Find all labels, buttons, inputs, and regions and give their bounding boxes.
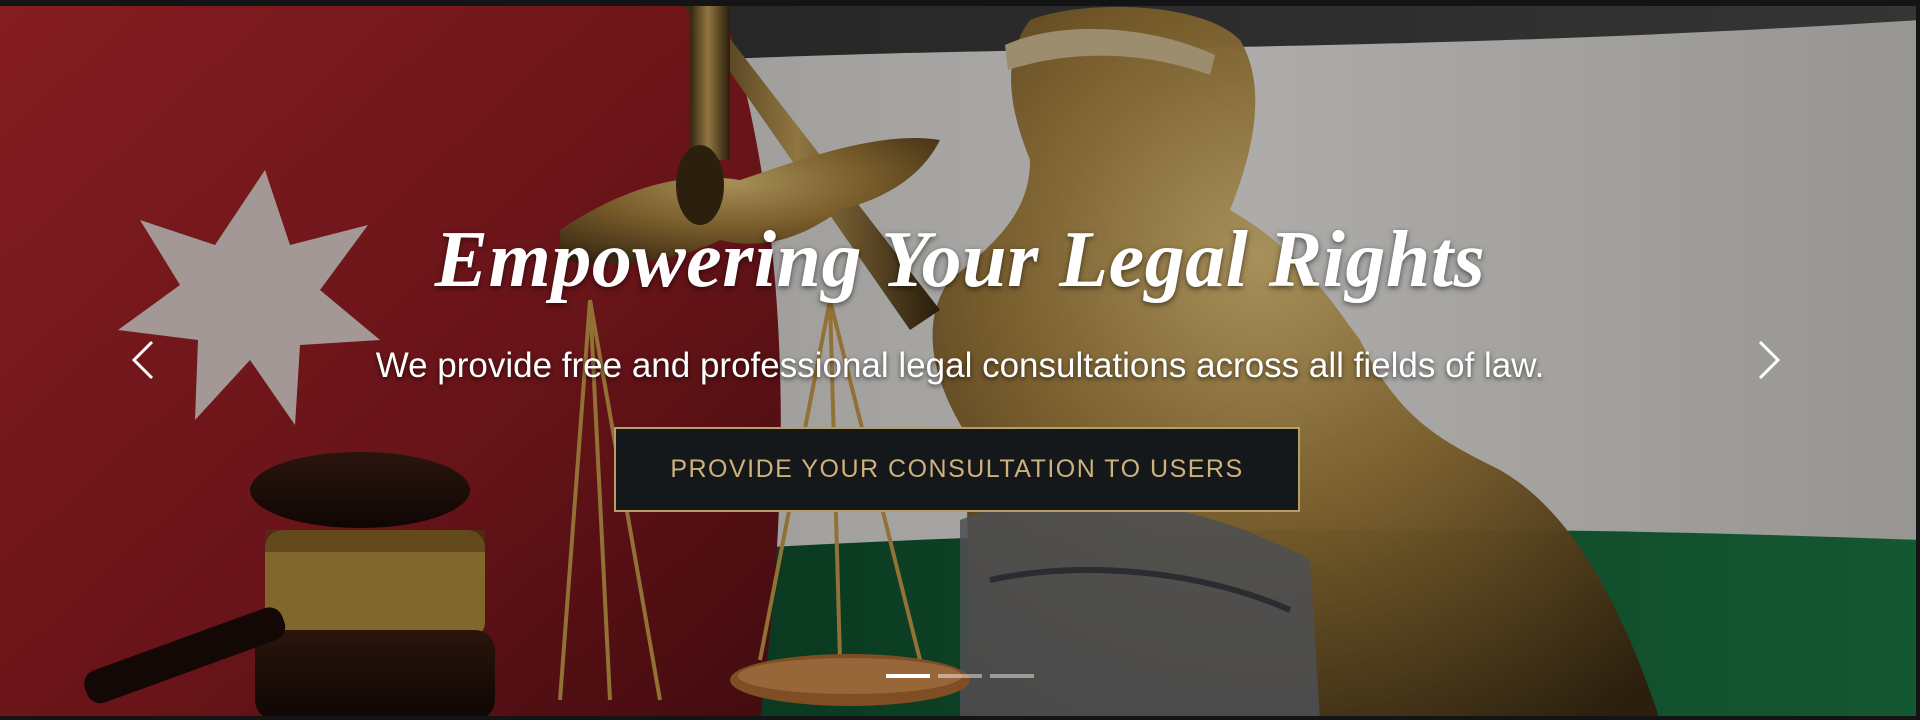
hero-title: Empowering Your Legal Rights xyxy=(434,216,1486,304)
chevron-left-icon xyxy=(131,340,154,380)
carousel-indicator-2[interactable] xyxy=(938,674,982,678)
carousel-prev-button[interactable] xyxy=(118,335,168,385)
carousel-indicator-3[interactable] xyxy=(990,674,1034,678)
frame-edge-bottom xyxy=(0,716,1920,720)
chevron-right-icon xyxy=(1758,340,1781,380)
carousel-next-button[interactable] xyxy=(1744,335,1794,385)
frame-edge-right xyxy=(1916,0,1920,720)
frame-edge-top xyxy=(0,0,1920,6)
hero-carousel: Empowering Your Legal Rights We provide … xyxy=(0,0,1920,720)
carousel-caption: Empowering Your Legal Rights We provide … xyxy=(0,0,1920,720)
carousel-indicators xyxy=(0,674,1920,678)
carousel-indicator-1[interactable] xyxy=(886,674,930,678)
provide-consultation-button[interactable]: PROVIDE YOUR CONSULTATION TO USERS xyxy=(614,427,1300,512)
hero-subtitle: We provide free and professional legal c… xyxy=(375,346,1545,385)
